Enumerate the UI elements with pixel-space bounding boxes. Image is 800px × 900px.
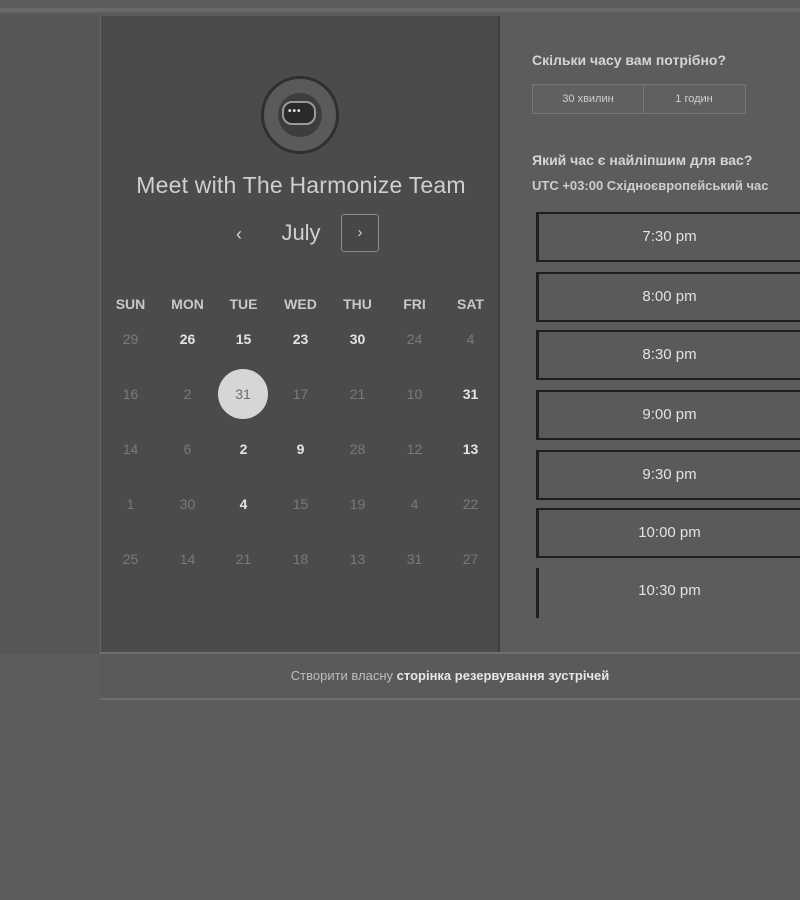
calendar-day[interactable]: 26 — [159, 312, 216, 367]
month-navigation: ‹ July › — [101, 214, 501, 258]
time-slot-button[interactable]: 7:30 pm — [536, 212, 800, 262]
calendar-day: 29 — [122, 331, 139, 347]
calendar-day: 4 — [466, 331, 475, 347]
duration-toggle: 30 хвилин 1 годин — [532, 84, 746, 114]
weekday-thu: THU — [343, 296, 372, 312]
duration-question: Скільки часу вам потрібно? — [532, 52, 727, 68]
weekday-fri: FRI — [403, 296, 426, 312]
team-avatar: ••• — [261, 76, 339, 154]
calendar-day: 24 — [406, 331, 423, 347]
weekday-tue: TUE — [229, 296, 258, 312]
calendar-day: 19 — [349, 496, 366, 512]
calendar-day: 13 — [349, 551, 366, 567]
booking-page: ••• Meet with The Harmonize Team ‹ July … — [0, 0, 800, 900]
weekday-sat: SAT — [457, 296, 484, 312]
dots-icon: ••• — [288, 106, 302, 117]
calendar-day: 2 — [183, 386, 192, 402]
calendar-day: 12 — [406, 441, 423, 457]
prev-month-button[interactable]: ‹ — [225, 220, 253, 248]
calendar-day: 18 — [292, 551, 309, 567]
calendar-panel: ••• Meet with The Harmonize Team ‹ July … — [100, 16, 500, 652]
calendar-day[interactable]: 23 — [272, 312, 329, 367]
time-slot-button[interactable]: 8:30 pm — [536, 330, 800, 380]
calendar-day: 14 — [122, 441, 139, 457]
calendar-day[interactable]: 2 — [215, 422, 272, 477]
duration-60-button[interactable]: 1 годин — [643, 85, 745, 113]
time-slot-button[interactable]: 8:00 pm — [536, 272, 800, 322]
selected-day-circle: 31 — [218, 369, 268, 419]
calendar-day: 6 — [183, 441, 192, 457]
calendar-day[interactable]: 9 — [272, 422, 329, 477]
time-question: Який час є найліпшим для вас? — [532, 152, 753, 168]
calendar-day[interactable]: 13 — [442, 422, 499, 477]
calendar-day: 14 — [179, 551, 196, 567]
calendar-day[interactable]: 4 — [215, 477, 272, 532]
weekday-sun: SUN — [115, 296, 146, 312]
time-slot-button[interactable]: 10:30 pm — [536, 568, 800, 618]
calendar-day: 15 — [292, 496, 309, 512]
calendar-day[interactable]: 31 — [442, 367, 499, 422]
timezone-label[interactable]: UTC +03:00 Східноєвропейський час — [532, 178, 769, 193]
create-booking-page-link[interactable]: сторінка резервування зустрічей — [397, 668, 610, 683]
time-slot-button[interactable]: 9:30 pm — [536, 450, 800, 500]
time-slot-button[interactable]: 9:00 pm — [536, 390, 800, 440]
footer-prefix: Створити власну — [290, 668, 394, 683]
calendar-day[interactable]: 30 — [329, 312, 386, 367]
calendar-day: 17 — [292, 386, 309, 402]
calendar-day: 31 — [406, 551, 423, 567]
weekday-mon: MON — [171, 296, 204, 312]
calendar-day: 21 — [235, 551, 252, 567]
calendar-day[interactable]: 15 — [215, 312, 272, 367]
calendar-day: 28 — [349, 441, 366, 457]
calendar-day: 1 — [126, 496, 135, 512]
month-label: July — [281, 220, 321, 245]
calendar-day: 30 — [179, 496, 196, 512]
calendar-day: 4 — [410, 496, 419, 512]
weekday-wed: WED — [284, 296, 317, 312]
duration-30-button[interactable]: 30 хвилин — [533, 85, 644, 113]
calendar-grid: 29 26 15 23 30 24 4 16 2 31 17 21 10 31 … — [101, 312, 501, 592]
calendar-day: 10 — [406, 386, 423, 402]
time-selection-panel: Скільки часу вам потрібно? 30 хвилин 1 г… — [530, 40, 800, 640]
footer-text: Створити власну сторінка резервування зу… — [100, 668, 800, 683]
footer-bar: Створити власну сторінка резервування зу… — [100, 652, 800, 700]
time-slot-button[interactable]: 10:00 pm — [536, 508, 800, 558]
left-background — [0, 14, 100, 654]
top-divider — [0, 8, 800, 12]
selected-day[interactable]: 31 — [215, 367, 272, 422]
calendar-day: 16 — [122, 386, 139, 402]
calendar-day: 27 — [462, 551, 479, 567]
calendar-day: 25 — [122, 551, 139, 567]
page-title: Meet with The Harmonize Team — [136, 172, 466, 198]
calendar-day: 22 — [462, 496, 479, 512]
calendar-day: 21 — [349, 386, 366, 402]
next-month-button[interactable]: › — [341, 214, 379, 252]
